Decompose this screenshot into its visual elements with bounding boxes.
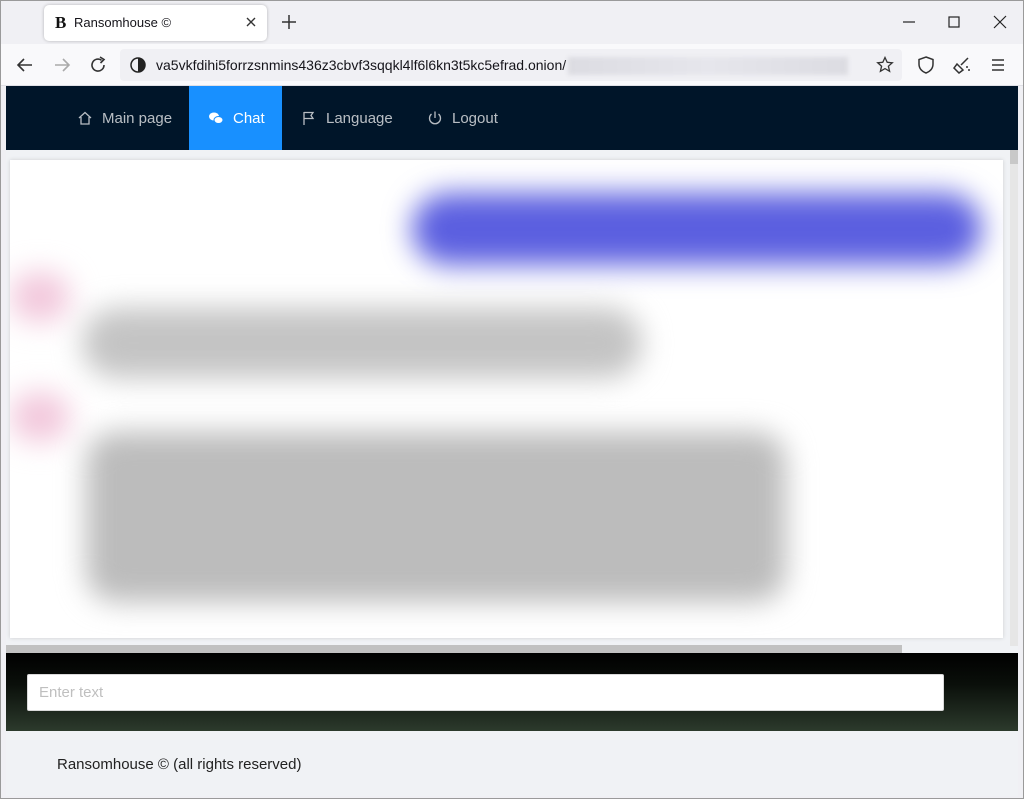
menu-label-chat: Chat xyxy=(233,109,265,127)
browser-tab-strip: B Ransomhouse © xyxy=(0,0,1024,44)
forward-arrow-icon[interactable] xyxy=(51,54,73,76)
close-tab-icon[interactable] xyxy=(243,14,259,30)
footer-copyright: Ransomhouse © (all rights reserved) xyxy=(57,756,302,773)
url-text: va5vkfdihi5forrzsnmins436z3cbvf3sqqkl4lf… xyxy=(156,57,567,73)
power-icon xyxy=(428,111,442,125)
message-input-bar xyxy=(6,653,1018,731)
site-header: Main page Chat Language Logout xyxy=(6,86,1018,150)
menu-label-main-page: Main page xyxy=(102,109,173,127)
reload-icon[interactable] xyxy=(87,54,109,76)
browser-tab[interactable]: B Ransomhouse © xyxy=(44,5,267,41)
redacted-url-segment xyxy=(568,57,848,75)
close-window-icon[interactable] xyxy=(990,12,1010,32)
vertical-scrollbar-thumb[interactable] xyxy=(1010,150,1018,164)
incoming-message-bubble-redacted xyxy=(82,308,642,378)
address-bar[interactable]: va5vkfdihi5forrzsnmins436z3cbvf3sqqkl4lf… xyxy=(120,49,902,81)
onion-site-icon[interactable] xyxy=(130,57,146,73)
menu-item-logout[interactable]: Logout xyxy=(410,86,520,150)
outgoing-message-bubble-redacted xyxy=(412,193,982,265)
menu-label-logout: Logout xyxy=(452,109,498,127)
vertical-scrollbar[interactable] xyxy=(1010,150,1018,646)
menu-item-language[interactable]: Language xyxy=(282,86,402,150)
avatar xyxy=(10,272,70,322)
wechat-icon xyxy=(209,112,224,124)
site-footer: Ransomhouse © (all rights reserved) xyxy=(6,731,1018,796)
menu-label-language: Language xyxy=(326,109,393,127)
new-identity-broom-icon[interactable] xyxy=(951,54,973,76)
incoming-message-bubble-redacted xyxy=(86,432,786,602)
site-favicon: B xyxy=(55,13,67,32)
menu-item-chat[interactable]: Chat xyxy=(189,86,282,150)
flag-icon xyxy=(303,111,315,125)
web-page: Main page Chat Language Logout Enter tex… xyxy=(6,86,1018,796)
menu-item-main-page[interactable]: Main page xyxy=(61,86,188,150)
tab-title: Ransomhouse © xyxy=(74,15,172,30)
browser-nav-bar: va5vkfdihi5forrzsnmins436z3cbvf3sqqkl4lf… xyxy=(0,44,1024,86)
minimize-window-icon[interactable] xyxy=(899,12,919,32)
message-input[interactable] xyxy=(27,674,944,711)
avatar xyxy=(10,392,70,442)
hamburger-menu-icon[interactable] xyxy=(987,54,1009,76)
bookmark-star-icon[interactable] xyxy=(876,56,894,74)
new-tab-icon[interactable] xyxy=(279,12,299,32)
horizontal-scrollbar[interactable] xyxy=(6,645,902,653)
chat-messages-area xyxy=(10,160,1003,638)
home-icon xyxy=(78,111,92,125)
shield-icon[interactable] xyxy=(915,54,937,76)
back-arrow-icon[interactable] xyxy=(14,54,36,76)
maximize-window-icon[interactable] xyxy=(944,12,964,32)
